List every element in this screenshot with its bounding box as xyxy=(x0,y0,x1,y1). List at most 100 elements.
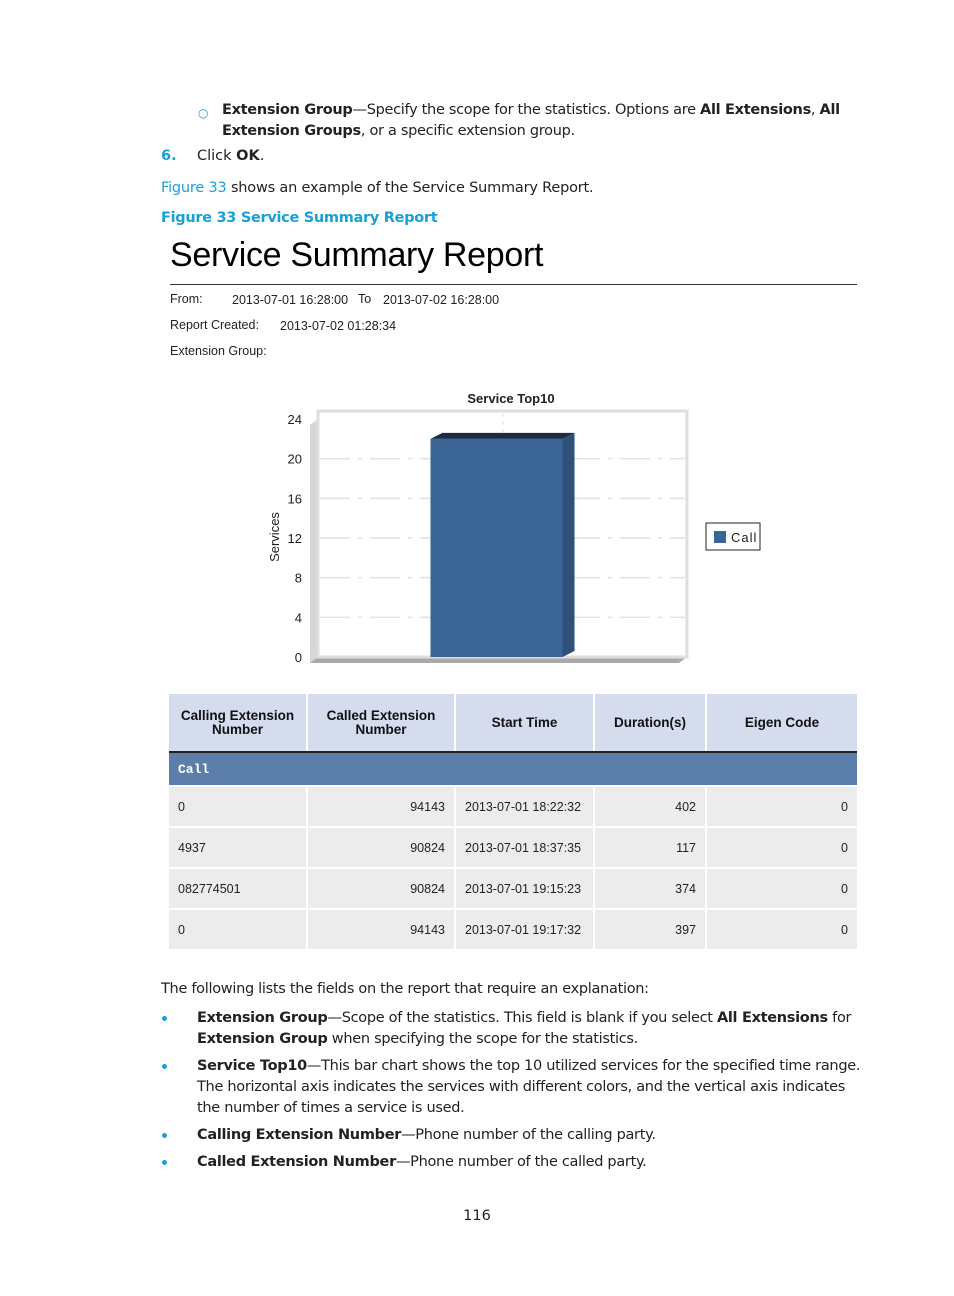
list-item: Called Extension Number—Phone number of … xyxy=(161,1152,866,1173)
page-number: 116 xyxy=(463,1208,491,1224)
term: Extension Group xyxy=(197,1031,328,1047)
punct: . xyxy=(259,148,265,164)
y-tick-label: 20 xyxy=(288,452,302,467)
figure-reference: Figure 33 shows an example of the Servic… xyxy=(161,180,594,196)
y-tick-label: 0 xyxy=(295,650,302,665)
y-tick-label: 4 xyxy=(295,610,302,625)
bar-front xyxy=(430,438,563,657)
term: All Extensions xyxy=(716,1010,828,1026)
table-header-row: Calling Extension Number Called Extensio… xyxy=(169,694,857,753)
text: —Specify the scope for the statistics. O… xyxy=(352,102,701,118)
bullet-icon xyxy=(162,1160,167,1165)
figure-ref-text: shows an example of the Service Summary … xyxy=(226,180,594,196)
description: for xyxy=(827,1010,852,1026)
step-number: 6. xyxy=(161,148,177,164)
title-divider xyxy=(170,284,857,285)
col-eigen-code: Eigen Code xyxy=(706,694,857,753)
y-axis-ticks: 0 4 8 12 16 20 24 xyxy=(288,412,302,665)
from-value: 2013-07-01 16:28:00 xyxy=(232,293,349,307)
list-item: Extension Group—Scope of the statistics.… xyxy=(161,1008,866,1050)
term: Extension Group xyxy=(197,1010,328,1026)
service-report-table: Calling Extension Number Called Extensio… xyxy=(169,694,857,951)
group-label: Call xyxy=(169,752,857,787)
col-start-time: Start Time xyxy=(455,694,595,753)
description: —Phone number of the called party. xyxy=(395,1154,647,1170)
cell-start-time: 2013-07-01 19:17:32 xyxy=(455,909,595,951)
service-top10-chart: Service Top10 0 4 8 12 16 20 24 Services Call xyxy=(250,385,790,675)
y-tick-label: 16 xyxy=(288,491,302,506)
bar-top xyxy=(430,432,575,439)
created-label: Report Created: xyxy=(170,318,259,332)
explanation-list: Extension Group—Scope of the statistics.… xyxy=(161,1008,866,1179)
cell-duration: 374 xyxy=(594,868,707,910)
option: All Extensions xyxy=(700,102,811,118)
bullet-icon xyxy=(162,1133,167,1138)
cell-calling-extension: 4937 xyxy=(169,827,308,869)
text: , or a specific extension group. xyxy=(360,123,575,139)
figure-caption: Figure 33 Service Summary Report xyxy=(161,210,438,226)
y-tick-label: 24 xyxy=(288,412,302,427)
table-row: 082774501 90824 2013-07-01 19:15:23 374 0 xyxy=(169,868,857,910)
description: —Phone number of the calling party. xyxy=(401,1127,656,1143)
list-item: Service Top10—This bar chart shows the t… xyxy=(161,1056,866,1119)
separator: , xyxy=(810,102,820,118)
cell-called-extension: 94143 xyxy=(307,909,456,951)
from-label: From: xyxy=(170,292,203,306)
report-title: Service Summary Report xyxy=(170,236,544,274)
cell-called-extension: 90824 xyxy=(307,827,456,869)
ok-label: OK xyxy=(236,148,260,164)
term: Extension Group xyxy=(222,102,353,118)
col-duration: Duration(s) xyxy=(594,694,707,753)
cell-called-extension: 90824 xyxy=(307,868,456,910)
cell-start-time: 2013-07-01 18:22:32 xyxy=(455,786,595,828)
circle-bullet-icon: ○ xyxy=(198,106,209,120)
bullet-icon xyxy=(162,1016,167,1021)
y-axis-label: Services xyxy=(267,512,282,562)
step-6: 6. Click OK. xyxy=(161,148,264,164)
to-label: To xyxy=(358,292,372,306)
chart-svg: Service Top10 0 4 8 12 16 20 24 Services Call xyxy=(267,391,761,665)
chart-title: Service Top10 xyxy=(467,391,554,406)
bar-call xyxy=(430,432,575,657)
cell-called-extension: 94143 xyxy=(307,786,456,828)
cell-duration: 397 xyxy=(594,909,707,951)
legend-swatch xyxy=(714,531,726,543)
explanation-intro: The following lists the fields on the re… xyxy=(161,981,649,997)
table-row: 0 94143 2013-07-01 18:22:32 402 0 xyxy=(169,786,857,828)
cell-eigen-code: 0 xyxy=(706,827,857,869)
sub-item-extension-group: ○ Extension Group—Specify the scope for … xyxy=(198,100,868,142)
col-calling-extension: Calling Extension Number xyxy=(169,694,308,753)
extension-group-label: Extension Group: xyxy=(170,344,267,358)
col-called-extension: Called Extension Number xyxy=(307,694,456,753)
legend: Call xyxy=(705,522,761,551)
cell-eigen-code: 0 xyxy=(706,909,857,951)
step-text: Click xyxy=(197,148,237,164)
table-row: 0 94143 2013-07-01 19:17:32 397 0 xyxy=(169,909,857,951)
cell-eigen-code: 0 xyxy=(706,786,857,828)
figure-link[interactable]: Figure 33 xyxy=(161,180,227,196)
cell-start-time: 2013-07-01 18:37:35 xyxy=(455,827,595,869)
group-row: Call xyxy=(169,752,857,787)
y-tick-label: 12 xyxy=(288,531,302,546)
table-row: 4937 90824 2013-07-01 18:37:35 117 0 xyxy=(169,827,857,869)
bullet-icon xyxy=(162,1064,167,1069)
cell-duration: 117 xyxy=(594,827,707,869)
cell-duration: 402 xyxy=(594,786,707,828)
created-value: 2013-07-02 01:28:34 xyxy=(280,319,397,333)
description: —Scope of the statistics. This field is … xyxy=(327,1010,717,1026)
term: Calling Extension Number xyxy=(197,1127,402,1143)
cell-eigen-code: 0 xyxy=(706,868,857,910)
cell-calling-extension: 0 xyxy=(169,909,308,951)
y-tick-label: 8 xyxy=(295,571,302,586)
legend-label: Call xyxy=(731,530,757,545)
cell-calling-extension: 0 xyxy=(169,786,308,828)
cell-calling-extension: 082774501 xyxy=(169,868,308,910)
cell-start-time: 2013-07-01 19:15:23 xyxy=(455,868,595,910)
bars xyxy=(430,432,575,657)
term: Called Extension Number xyxy=(197,1154,396,1170)
description: when specifying the scope for the statis… xyxy=(327,1031,638,1047)
to-value: 2013-07-02 16:28:00 xyxy=(383,293,500,307)
bar-side xyxy=(562,432,575,657)
list-item: Calling Extension Number—Phone number of… xyxy=(161,1125,866,1146)
term: Service Top10 xyxy=(197,1058,307,1074)
